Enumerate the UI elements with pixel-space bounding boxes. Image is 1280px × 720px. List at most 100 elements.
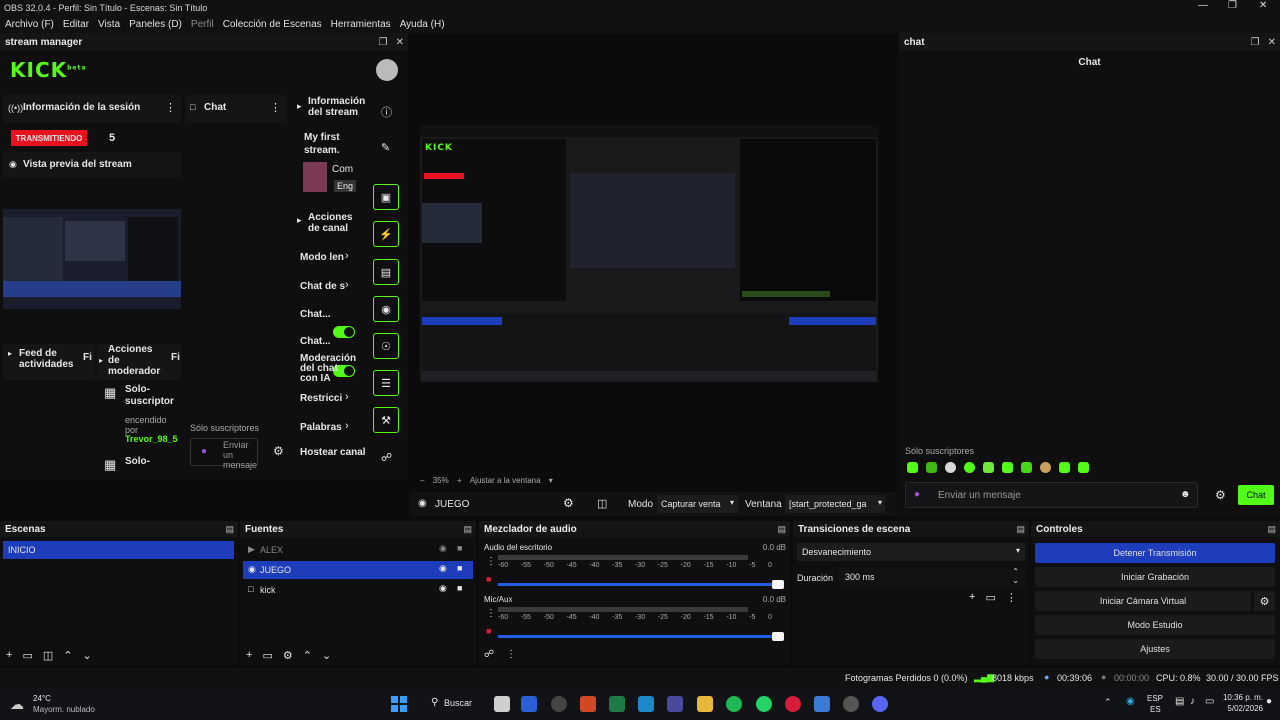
stepper-down-icon[interactable]: ⌄ xyxy=(1012,576,1019,585)
trash-icon[interactable]: ▭ xyxy=(22,649,32,662)
steam-icon[interactable] xyxy=(814,696,830,712)
mixer-more-icon[interactable]: ⋮ xyxy=(506,649,516,660)
dock-menu-icon[interactable]: ▤ xyxy=(1016,524,1029,535)
properties-icon[interactable]: ⚙ xyxy=(563,496,574,510)
lock-icon[interactable]: ■ xyxy=(457,563,462,573)
bolt-icon[interactable]: ⚡ xyxy=(373,221,399,247)
obs-running-icon[interactable] xyxy=(843,696,859,712)
clock-date[interactable]: 5/02/2026 xyxy=(1211,704,1263,713)
lock-icon[interactable]: ■ xyxy=(457,543,462,553)
message-icon[interactable]: ◉ xyxy=(373,296,399,322)
edit-icon[interactable]: ✎ xyxy=(381,141,390,154)
stepper-up-icon[interactable]: ⌃ xyxy=(1012,567,1019,576)
maximize-icon[interactable]: ❐ xyxy=(1228,0,1237,11)
eye-icon[interactable]: ◉ xyxy=(439,583,447,594)
mode-select[interactable]: Capturar venta xyxy=(657,495,739,513)
opera-icon[interactable] xyxy=(785,696,801,712)
folder-icon[interactable] xyxy=(697,696,713,712)
up-icon[interactable]: ⌃ xyxy=(63,649,72,662)
tray-app-icon[interactable]: ◉ xyxy=(1126,696,1135,707)
volume-slider[interactable] xyxy=(498,632,784,641)
filter-icon[interactable]: ◫ xyxy=(43,649,53,662)
menu-coleccion[interactable]: Colección de Escenas xyxy=(223,19,322,30)
network-icon[interactable]: ▤ xyxy=(1175,696,1184,707)
chat-send-input[interactable]: ● Enviar un mensaje xyxy=(190,438,258,470)
float-icon[interactable]: ❐ xyxy=(1251,37,1260,48)
weather-temp[interactable]: 24°C xyxy=(33,694,51,703)
dock-menu-icon[interactable]: ▤ xyxy=(777,524,790,535)
powerpoint-icon[interactable] xyxy=(580,696,596,712)
minimize-icon[interactable]: — xyxy=(1198,0,1208,11)
menu-paneles[interactable]: Paneles (D) xyxy=(129,19,182,30)
edge-icon[interactable] xyxy=(638,696,654,712)
mod-filter[interactable]: Fi xyxy=(171,352,180,363)
gear-icon[interactable]: ⚙ xyxy=(283,649,293,662)
zoom-in-icon[interactable]: + xyxy=(457,476,462,485)
volume-icon[interactable]: ♪ xyxy=(1190,696,1195,707)
obs-app-icon[interactable] xyxy=(551,696,567,712)
notification-icon[interactable]: ● xyxy=(1266,696,1272,707)
avatar[interactable] xyxy=(376,59,398,81)
source-item-alex[interactable]: ▶ ALEX ◉ ■ xyxy=(243,541,473,559)
chat-send-button[interactable]: Chat xyxy=(1238,485,1274,505)
start-recording-button[interactable]: Iniciar Grabación xyxy=(1035,567,1275,587)
action-ai-moderation[interactable]: Moderación del chat con IA xyxy=(300,354,358,384)
info-icon[interactable]: ⓘ xyxy=(381,104,392,120)
eye-hidden-icon[interactable]: ◉ xyxy=(439,543,447,554)
close-dock-icon[interactable]: ✕ xyxy=(1268,37,1276,48)
lang-region[interactable]: ES xyxy=(1150,705,1161,714)
share-icon[interactable]: ☍ xyxy=(381,451,392,464)
mod-item-user[interactable]: Trevor_98_5 xyxy=(125,434,178,444)
whatsapp-icon[interactable] xyxy=(756,696,772,712)
chat-more-icon[interactable]: ⋮ xyxy=(270,101,281,114)
channel-menu-icon[interactable]: ⋮ xyxy=(486,556,496,567)
virtual-camera-button[interactable]: Iniciar Cámara Virtual xyxy=(1035,591,1251,611)
lock-icon[interactable]: ■ xyxy=(457,583,462,593)
window-select[interactable]: [start_protected_ga xyxy=(785,495,885,513)
search-button[interactable]: Buscar xyxy=(444,698,472,708)
trash-icon[interactable]: ▭ xyxy=(985,591,995,604)
settings-button[interactable]: Ajustes xyxy=(1035,639,1275,659)
close-dock-icon[interactable]: ✕ xyxy=(396,37,404,48)
preview-card[interactable]: ◉ Vista previa del stream xyxy=(3,152,181,178)
menu-archivo[interactable]: Archivo (F) xyxy=(5,19,54,30)
source-item-kick[interactable]: □ kick ◉ ■ xyxy=(243,581,473,599)
emoji-icon[interactable]: ☻ xyxy=(1180,489,1191,500)
tray-chevron-icon[interactable]: ⌃ xyxy=(1104,697,1112,708)
link-icon[interactable]: ☍ xyxy=(484,649,494,660)
volume-slider[interactable] xyxy=(498,580,784,589)
clock-time[interactable]: 10:36 p. m. xyxy=(1211,693,1263,702)
scene-item[interactable]: INICIO xyxy=(3,541,234,559)
mute-icon[interactable]: ■ xyxy=(486,574,491,584)
mute-icon[interactable]: ■ xyxy=(486,626,491,636)
fit-window[interactable]: Ajustar a la ventana xyxy=(470,476,541,485)
channel-menu-icon[interactable]: ⋮ xyxy=(486,608,496,619)
filters-icon[interactable]: ◫ xyxy=(597,497,607,510)
program-preview[interactable]: KICK xyxy=(420,125,878,382)
menu-editar[interactable]: Editar xyxy=(63,19,89,30)
discord-icon[interactable] xyxy=(872,696,888,712)
source-item-juego[interactable]: ◉ JUEGO ◉ ■ xyxy=(243,561,473,579)
dock-menu-icon[interactable]: ▤ xyxy=(225,524,238,535)
spotify-icon[interactable] xyxy=(726,696,742,712)
lang-code[interactable]: ESP xyxy=(1147,694,1163,703)
dock-menu-icon[interactable]: ▤ xyxy=(1267,524,1280,535)
close-icon[interactable]: ✕ xyxy=(1259,0,1267,11)
action-slow-mode[interactable]: Modo len xyxy=(300,252,344,263)
chat-input[interactable]: ● Enviar un mensaje ☻ xyxy=(905,482,1198,508)
calculator-icon[interactable] xyxy=(667,696,683,712)
start-icon[interactable] xyxy=(391,696,407,712)
action-restrictions[interactable]: Restricci xyxy=(300,393,342,404)
more-icon[interactable]: ⋮ xyxy=(1006,591,1017,604)
up-icon[interactable]: ⌃ xyxy=(303,649,312,662)
add-icon[interactable]: + xyxy=(6,649,12,662)
virtual-camera-settings-icon[interactable]: ⚙ xyxy=(1254,591,1275,611)
dock-menu-icon[interactable]: ▤ xyxy=(463,524,476,535)
list-icon[interactable]: ☰ xyxy=(373,370,399,396)
studio-mode-button[interactable]: Modo Estudio xyxy=(1035,615,1275,635)
action-chat-subs[interactable]: Chat de s xyxy=(300,281,345,292)
settings-icon[interactable]: ⚙ xyxy=(273,444,284,458)
duration-input[interactable]: 300 ms ⌃ ⌄ xyxy=(839,567,1025,587)
broadcast-button-icon[interactable]: ☉ xyxy=(373,333,399,359)
menu-herramientas[interactable]: Herramientas xyxy=(331,19,391,30)
